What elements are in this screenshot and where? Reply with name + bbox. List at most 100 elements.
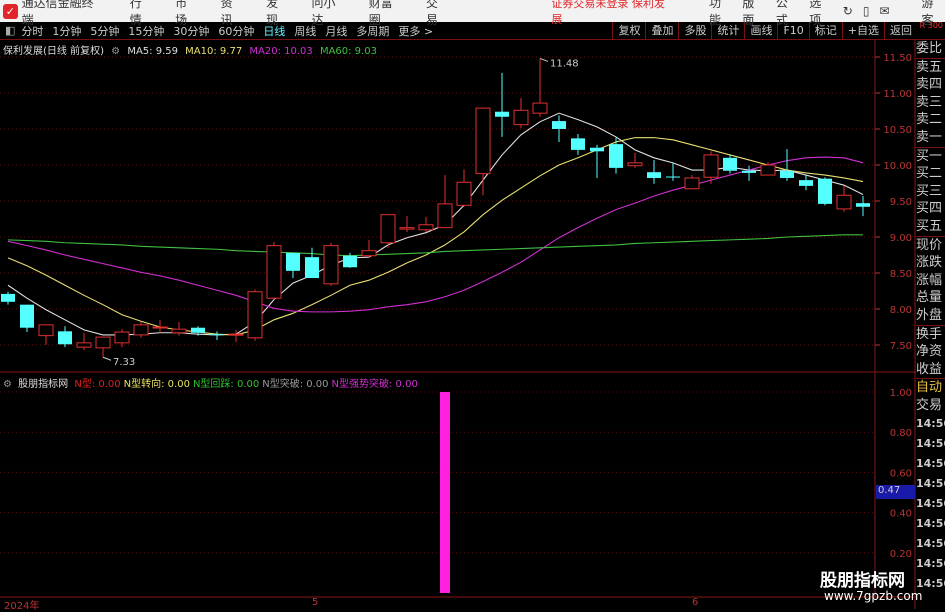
trade-label[interactable]: 交易	[916, 397, 945, 415]
y-tick-label: 8.50	[890, 269, 912, 280]
y-tick-label: 9.50	[890, 197, 912, 208]
candle-up	[684, 177, 700, 190]
quote-label: 卖二	[916, 112, 943, 128]
ma60-line	[7, 234, 863, 257]
candle-down	[495, 111, 509, 117]
candle-down	[58, 331, 72, 345]
candle-up	[437, 203, 453, 229]
candle-down	[20, 304, 34, 328]
quote-label: 外盘	[916, 307, 943, 323]
r300-badge: R 300	[919, 21, 943, 30]
quote-label: 买一	[916, 146, 945, 166]
tick-time: 14:56	[916, 557, 945, 571]
candle-up	[399, 227, 415, 230]
candle-down	[609, 144, 623, 168]
x-axis-label: 2024年	[4, 601, 40, 612]
quote-label: 净资	[916, 344, 943, 360]
y-tick-label: 9.00	[890, 233, 912, 244]
auto-label[interactable]: 自动	[916, 378, 945, 397]
quote-label: 现价	[916, 235, 945, 255]
candle-up	[418, 224, 434, 231]
candle-up	[380, 214, 396, 244]
high-marker	[539, 57, 549, 62]
quote-label: 涨幅	[916, 272, 943, 288]
high-label: 11.48	[550, 58, 579, 69]
candle-down	[552, 121, 566, 129]
tick-time: 14:56	[916, 477, 945, 491]
watermark-name: 股朋指标网	[820, 571, 905, 591]
ma5-line	[7, 112, 864, 336]
candle-up	[171, 328, 187, 334]
y-tick-label: 10.50	[883, 125, 912, 136]
quote-label: 买二	[916, 166, 943, 182]
candle-down	[1, 293, 15, 302]
candle-up	[133, 324, 149, 336]
quote-label: 买五	[916, 218, 943, 234]
tick-time: 14:56	[916, 497, 945, 511]
candle-up	[323, 245, 339, 285]
candle-up	[38, 324, 54, 337]
candle-up	[152, 326, 168, 329]
quote-panel: 委比 卖五 卖四 卖三 卖二 卖一 买一 买二 买三 买四 买五 现价 涨跌 涨幅 总量 外盘 换手 净资 收益 自动…	[916, 40, 945, 594]
indicator-line-value: N型突破: 0.00	[262, 379, 329, 390]
candle-up	[456, 181, 472, 206]
low-marker	[102, 356, 112, 361]
quote-label: 涨跌	[916, 255, 943, 271]
candle-down	[286, 252, 300, 271]
quote-label: 卖四	[916, 77, 943, 93]
quote-label: 收益	[916, 361, 943, 377]
candle-down	[571, 138, 585, 150]
candle-down	[742, 170, 756, 173]
candle-up	[475, 107, 491, 175]
candle-down	[191, 327, 205, 333]
indicator-name[interactable]: 股朋指标网	[18, 379, 68, 390]
quote-label: 卖三	[916, 94, 943, 110]
x-axis-label: 6	[692, 597, 699, 608]
y-tick-label: 7.50	[890, 341, 912, 352]
y-tick-label: 0.40	[890, 509, 912, 520]
kline-chart[interactable]: 11.50 11.00 10.50 10.00 9.50 9.00 8.50 8.00 7.50…	[0, 0, 916, 609]
indicator-legend: ⚙ 股朋指标网 N型: 0.00 N型转向: 0.00 N型回踩: 0.00 N型突破…	[3, 375, 424, 390]
current-indicator-value: 0.47	[876, 485, 915, 499]
tick-time: 14:56	[916, 417, 945, 431]
quote-label: 委比	[916, 41, 943, 56]
candle-down	[723, 157, 737, 171]
tick-time: 14:56	[916, 517, 945, 531]
quote-label: 卖五	[916, 57, 945, 77]
y-tick-label: 0.60	[890, 468, 912, 479]
candle-up	[95, 336, 111, 349]
quote-label: 买四	[916, 201, 943, 217]
candle-up	[703, 154, 719, 178]
x-axis-label: 5	[312, 597, 319, 608]
candle-up	[836, 194, 852, 210]
candle-down	[780, 170, 794, 178]
indicator-line-value: N型强势突破: 0.00	[331, 379, 418, 390]
candle-up	[361, 250, 377, 257]
y-tick-label: 8.00	[890, 305, 912, 316]
settings-icon[interactable]: ⚙	[3, 379, 12, 390]
tick-time: 14:56	[916, 437, 945, 451]
ma20-line	[7, 156, 864, 313]
y-tick-label: 11.50	[883, 53, 912, 64]
quote-label: 卖一	[916, 129, 943, 145]
candle-down	[305, 257, 319, 279]
candle-down	[799, 180, 813, 186]
y-tick-label: 11.00	[883, 89, 912, 100]
candle-down	[647, 172, 661, 178]
y-tick-label: 0.20	[890, 549, 912, 560]
quote-label: 总量	[916, 290, 943, 306]
candle-up	[76, 342, 92, 348]
indicator-line-value: N型回踩: 0.00	[192, 379, 260, 390]
low-label: 7.33	[113, 357, 135, 368]
quote-label: 换手	[916, 324, 945, 344]
indicator-line-value: N型转向: 0.00	[123, 379, 190, 390]
candle-down	[666, 176, 680, 178]
y-tick-label: 0.80	[890, 428, 912, 439]
candle-up	[760, 164, 776, 176]
candle-down	[818, 178, 832, 204]
candle-up	[114, 331, 130, 344]
candle-up	[247, 291, 263, 339]
candle-up	[513, 109, 529, 126]
indicator-line-value: N型: 0.00	[74, 379, 121, 390]
candle-down	[343, 255, 357, 268]
